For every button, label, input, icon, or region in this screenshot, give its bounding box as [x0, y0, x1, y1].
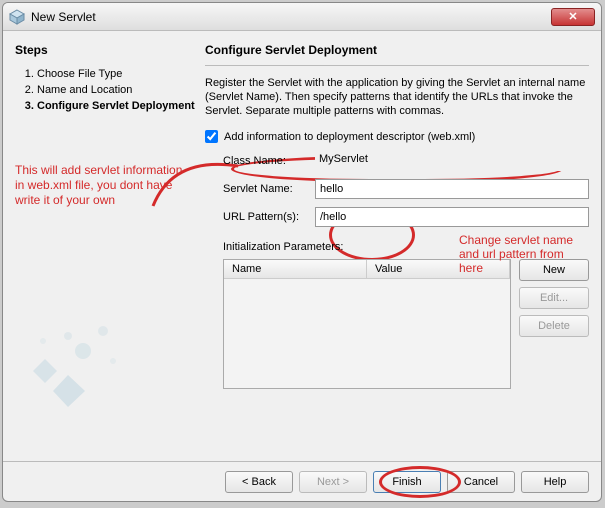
step-item-active: Configure Servlet Deployment: [37, 99, 195, 113]
edit-button: Edit...: [519, 287, 589, 309]
description: Register the Servlet with the applicatio…: [205, 76, 589, 118]
deploy-checkbox[interactable]: [205, 130, 218, 143]
bottom-bar: < Back Next > Finish Cancel Help: [3, 461, 601, 501]
close-button[interactable]: ✕: [551, 8, 595, 26]
url-label: URL Pattern(s):: [223, 211, 315, 223]
steps-list: Choose File Type Name and Location Confi…: [15, 67, 195, 113]
annotation-right: Change servlet name and url pattern from…: [459, 233, 589, 275]
main-panel: Configure Servlet Deployment Register th…: [205, 43, 589, 453]
main-heading: Configure Servlet Deployment: [205, 43, 589, 57]
close-icon: ✕: [568, 10, 577, 23]
help-button[interactable]: Help: [521, 471, 589, 493]
init-params-area: Name Value New Edit... Delete: [205, 259, 589, 389]
finish-button[interactable]: Finish: [373, 471, 441, 493]
titlebar: New Servlet ✕: [3, 3, 601, 31]
annotation-left: This will add servlet information in web…: [15, 163, 195, 208]
url-pattern-input[interactable]: [315, 207, 589, 227]
checkbox-row: Add information to deployment descriptor…: [205, 130, 589, 143]
servlet-label: Servlet Name:: [223, 183, 315, 195]
delete-button: Delete: [519, 315, 589, 337]
step-item: Choose File Type: [37, 67, 195, 81]
servlet-name-input[interactable]: [315, 179, 589, 199]
steps-panel: Steps Choose File Type Name and Location…: [15, 43, 195, 453]
col-name: Name: [224, 260, 367, 278]
content-area: Steps Choose File Type Name and Location…: [3, 31, 601, 461]
param-buttons: New Edit... Delete: [519, 259, 589, 389]
param-table-body: [224, 279, 510, 388]
checkbox-label: Add information to deployment descriptor…: [224, 131, 475, 143]
param-table[interactable]: Name Value: [223, 259, 511, 389]
dialog-window: New Servlet ✕ Steps Choose File Type Nam…: [2, 2, 602, 502]
next-button: Next >: [299, 471, 367, 493]
cancel-button[interactable]: Cancel: [447, 471, 515, 493]
app-icon: [9, 9, 25, 25]
back-button[interactable]: < Back: [225, 471, 293, 493]
class-name-value: MyServlet: [315, 151, 589, 171]
class-label: Class Name:: [223, 155, 315, 167]
step-item: Name and Location: [37, 83, 195, 97]
window-title: New Servlet: [31, 10, 551, 24]
divider: [205, 65, 589, 66]
fields-group: Class Name: MyServlet Servlet Name: URL …: [205, 151, 589, 235]
steps-heading: Steps: [15, 43, 195, 57]
